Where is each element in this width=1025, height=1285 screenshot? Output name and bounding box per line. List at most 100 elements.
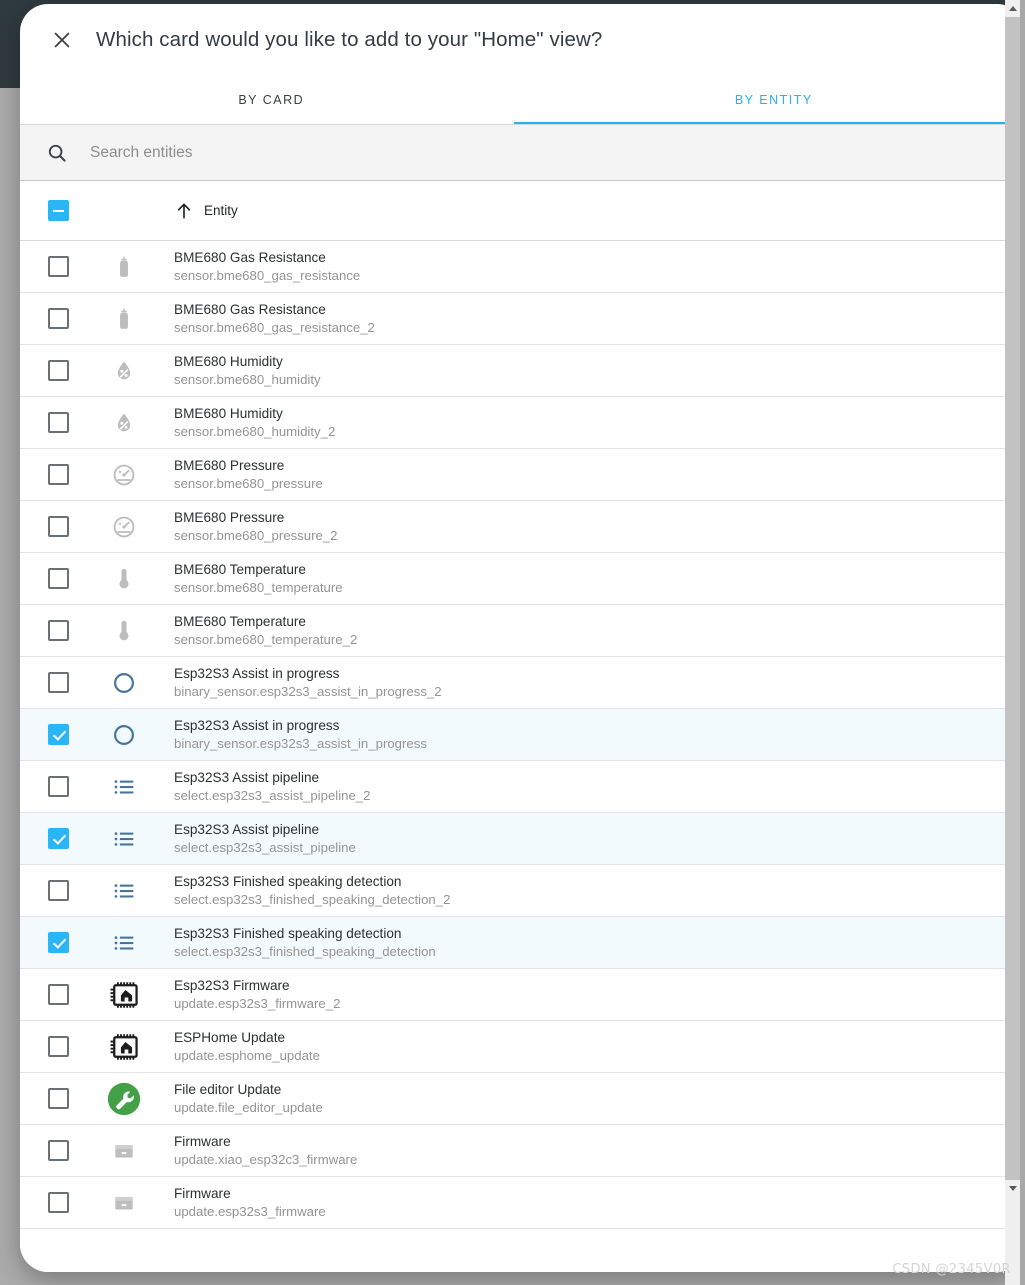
row-checkbox[interactable] [47, 412, 69, 433]
row-text: Esp32S3 Finished speaking detection selec… [174, 873, 450, 908]
row-entity-icon-cell [96, 774, 152, 800]
scroll-down-arrow-icon[interactable] [1005, 1180, 1020, 1197]
format-list-icon [114, 779, 134, 794]
table-row[interactable]: BME680 Temperature sensor.bme680_temperat… [20, 605, 1025, 657]
table-row[interactable]: BME680 Gas Resistance sensor.bme680_gas_r… [20, 293, 1025, 345]
dialog-header: Which card would you like to add to your… [20, 4, 1025, 76]
select-all-checkbox[interactable] [47, 200, 69, 221]
row-checkbox-cell [20, 516, 96, 537]
select-all-cell [20, 200, 96, 221]
watermark: CSDN @2345V0R [892, 1262, 1011, 1277]
row-entity-id: update.xiao_esp32c3_firmware [174, 1152, 358, 1167]
table-row[interactable]: ESPHome Update update.esphome_update [20, 1021, 1025, 1073]
water-percent-icon [117, 412, 131, 431]
row-checkbox[interactable] [47, 1036, 69, 1057]
row-entity-icon-cell [96, 306, 152, 332]
file-editor-wrench-icon [107, 1082, 141, 1115]
row-entity-id: select.esp32s3_finished_speaking_detecti… [174, 944, 436, 959]
row-checkbox[interactable] [47, 1192, 69, 1213]
table-row[interactable]: BME680 Pressure sensor.bme680_pressure [20, 449, 1025, 501]
column-header-entity[interactable]: Entity [174, 201, 238, 221]
tab-by-card[interactable]: BY CARD [20, 76, 523, 124]
table-row[interactable]: Esp32S3 Finished speaking detection selec… [20, 917, 1025, 969]
table-row[interactable]: Esp32S3 Assist in progress binary_sensor.… [20, 709, 1025, 761]
row-text: Esp32S3 Firmware update.esp32s3_firmware_… [174, 977, 340, 1012]
tab-by-entity[interactable]: BY ENTITY [523, 76, 1025, 124]
entity-rows-container: BME680 Gas Resistance sensor.bme680_gas_r… [20, 241, 1025, 1229]
column-header-entity-label: Entity [204, 203, 238, 218]
row-entity-icon-cell [96, 254, 152, 280]
table-row[interactable]: Firmware update.esp32s3_firmware [20, 1177, 1025, 1229]
row-entity-name: Esp32S3 Finished speaking detection [174, 874, 402, 889]
scroll-up-arrow-icon[interactable] [1005, 0, 1020, 17]
row-entity-icon-cell [96, 878, 152, 904]
search-icon[interactable] [46, 142, 68, 164]
row-entity-id: update.file_editor_update [174, 1100, 323, 1115]
row-checkbox[interactable] [47, 672, 69, 693]
row-entity-id: update.esphome_update [174, 1048, 320, 1063]
table-row[interactable]: Esp32S3 Assist pipeline select.esp32s3_as… [20, 813, 1025, 865]
row-checkbox-cell [20, 308, 96, 329]
row-checkbox[interactable] [47, 932, 69, 953]
table-row[interactable]: Esp32S3 Firmware update.esp32s3_firmware_… [20, 969, 1025, 1021]
row-checkbox-cell [20, 412, 96, 433]
row-entity-icon-cell [96, 566, 152, 592]
row-entity-icon-cell [96, 930, 152, 956]
circle-outline-icon [114, 672, 134, 693]
table-row[interactable]: Esp32S3 Finished speaking detection selec… [20, 865, 1025, 917]
table-row[interactable]: Esp32S3 Assist pipeline select.esp32s3_as… [20, 761, 1025, 813]
table-row[interactable]: BME680 Temperature sensor.bme680_temperat… [20, 553, 1025, 605]
esphome-chip-icon [110, 1033, 138, 1060]
table-row[interactable]: BME680 Humidity sensor.bme680_humidity_2 [20, 397, 1025, 449]
table-row[interactable]: BME680 Pressure sensor.bme680_pressure_2 [20, 501, 1025, 553]
table-row[interactable]: BME680 Gas Resistance sensor.bme680_gas_r… [20, 241, 1025, 293]
row-entity-id: sensor.bme680_temperature_2 [174, 632, 358, 647]
row-entity-icon-cell [96, 980, 152, 1010]
close-button[interactable] [40, 18, 84, 62]
row-checkbox-cell [20, 568, 96, 589]
row-checkbox[interactable] [47, 724, 69, 745]
row-checkbox[interactable] [47, 516, 69, 537]
row-text: Firmware update.xiao_esp32c3_firmware [174, 1133, 357, 1168]
row-checkbox[interactable] [47, 568, 69, 589]
row-checkbox-cell [20, 984, 96, 1005]
row-checkbox[interactable] [47, 308, 69, 329]
cancel-button[interactable]: CANCEL [812, 1262, 893, 1273]
package-icon [115, 1196, 133, 1209]
close-icon [54, 32, 70, 48]
row-entity-name: ESPHome Update [174, 1030, 286, 1045]
row-entity-name: Firmware [174, 1134, 231, 1149]
row-text: Esp32S3 Assist pipeline select.esp32s3_as… [174, 821, 356, 856]
page-scrollbar-thumb[interactable] [1005, 17, 1020, 1180]
sort-ascending-arrow-icon [177, 203, 191, 218]
page-title: Which card would you like to add to your… [96, 28, 603, 51]
row-text: BME680 Humidity sensor.bme680_humidity [174, 353, 321, 388]
row-checkbox[interactable] [47, 256, 69, 277]
row-checkbox-cell [20, 724, 96, 745]
search-input[interactable] [90, 143, 590, 162]
row-checkbox[interactable] [47, 464, 69, 485]
row-checkbox[interactable] [47, 1088, 69, 1109]
row-text: File editor Update update.file_editor_upd… [174, 1081, 323, 1116]
table-row[interactable]: Firmware update.xiao_esp32c3_firmware [20, 1125, 1025, 1177]
row-text: Esp32S3 Assist in progress binary_sensor.… [174, 665, 442, 700]
table-row[interactable]: Esp32S3 Assist in progress binary_sensor.… [20, 657, 1025, 709]
row-checkbox-cell [20, 464, 96, 485]
row-checkbox[interactable] [47, 776, 69, 797]
row-checkbox[interactable] [47, 984, 69, 1005]
gauge-icon [113, 464, 135, 485]
table-row[interactable]: BME680 Humidity sensor.bme680_humidity [20, 345, 1025, 397]
row-checkbox[interactable] [47, 360, 69, 381]
row-checkbox[interactable] [47, 1140, 69, 1161]
row-checkbox[interactable] [47, 828, 69, 849]
row-checkbox[interactable] [47, 620, 69, 641]
row-entity-icon-cell [96, 514, 152, 540]
row-entity-name: BME680 Gas Resistance [174, 250, 326, 265]
row-checkbox[interactable] [47, 880, 69, 901]
row-entity-name: BME680 Pressure [174, 510, 285, 525]
entity-list[interactable]: BME680 Gas Resistance sensor.bme680_gas_r… [20, 241, 1025, 1249]
search-bar [20, 125, 1025, 181]
page-scrollbar[interactable] [1005, 0, 1020, 1285]
table-row[interactable]: File editor Update update.file_editor_upd… [20, 1073, 1025, 1125]
row-entity-name: BME680 Pressure [174, 458, 285, 473]
